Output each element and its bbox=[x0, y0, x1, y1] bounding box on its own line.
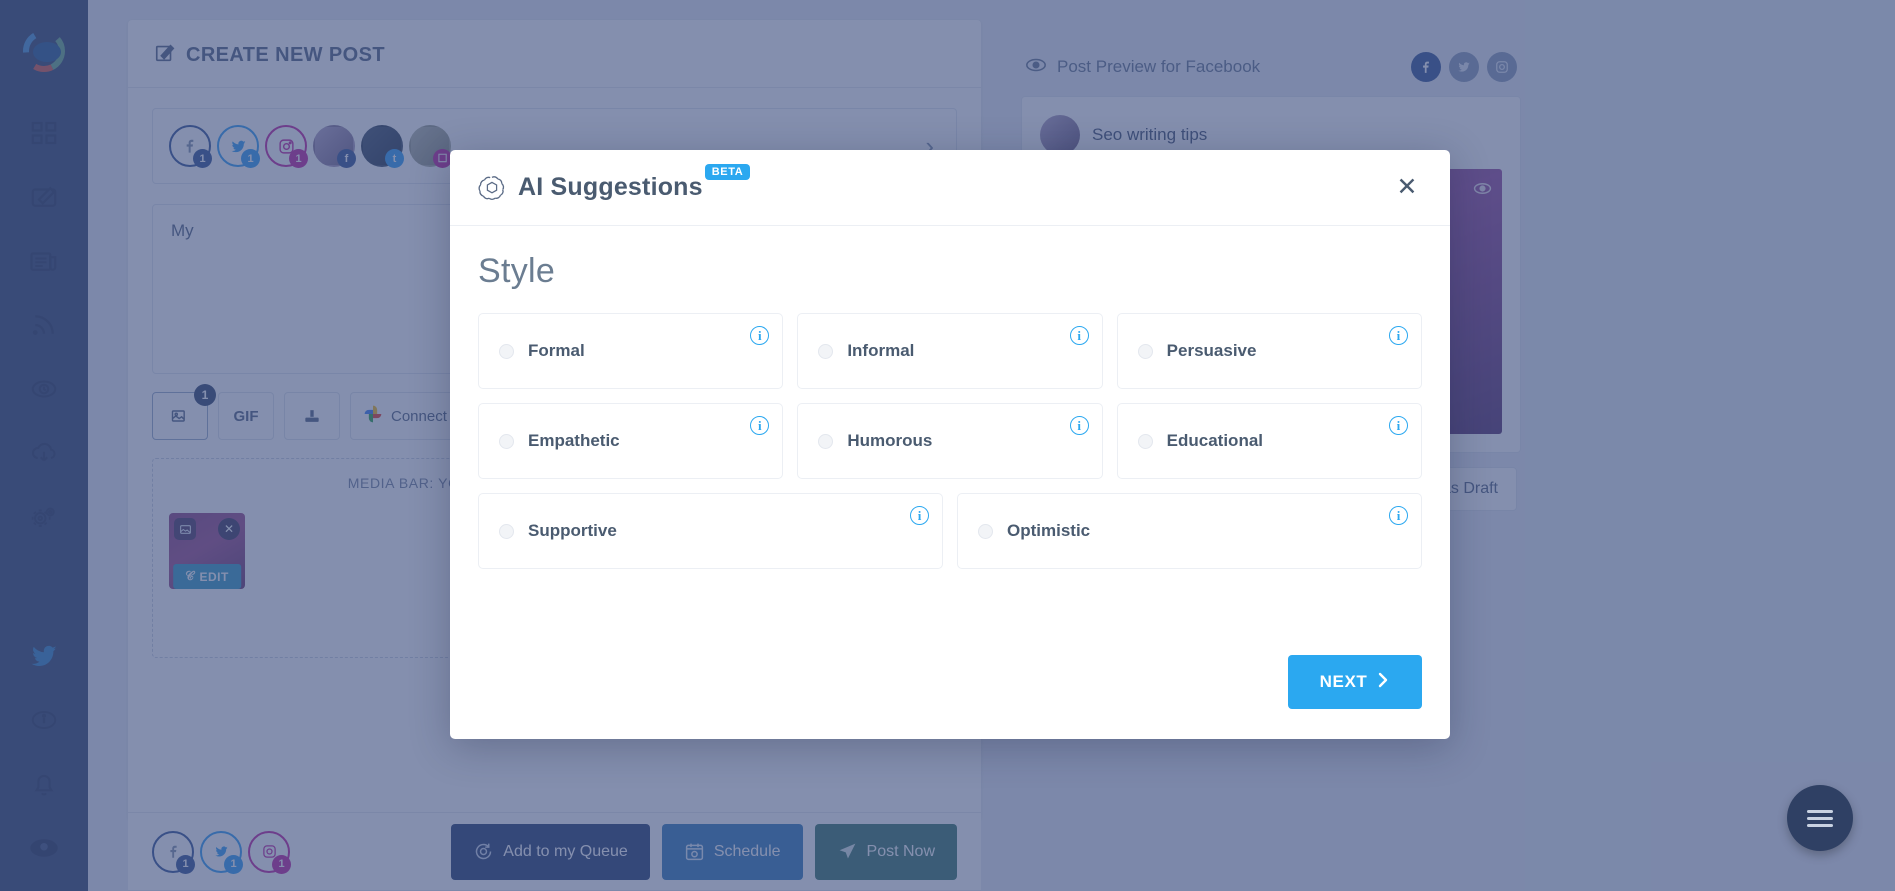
info-icon[interactable]: i bbox=[1069, 326, 1089, 345]
style-option-persuasive[interactable]: Persuasive i bbox=[1116, 313, 1422, 389]
app-root: CREATE NEW POST 1 1 bbox=[0, 0, 1895, 891]
style-option-label: Educational bbox=[1166, 431, 1264, 450]
radio-icon[interactable] bbox=[818, 343, 834, 359]
next-button[interactable]: NEXT bbox=[1288, 655, 1422, 709]
modal-title: AI Suggestions bbox=[518, 173, 703, 201]
style-option-label: Optimistic bbox=[1007, 521, 1091, 540]
modal-header: AI Suggestions BETA ✕ bbox=[450, 150, 1450, 226]
radio-icon[interactable] bbox=[1137, 343, 1153, 359]
radio-icon[interactable] bbox=[978, 523, 993, 539]
style-options-grid: Formal i Informal i Persuasive i Empathe… bbox=[478, 313, 1422, 569]
section-title: Style bbox=[478, 252, 556, 290]
style-option-formal[interactable]: Formal i bbox=[478, 313, 784, 389]
style-option-label: Supportive bbox=[528, 521, 617, 540]
style-option-empathetic[interactable]: Empathetic i bbox=[478, 403, 784, 479]
style-options-row: Empathetic i Humorous i Educational i bbox=[478, 403, 1422, 479]
radio-icon[interactable] bbox=[499, 433, 514, 449]
radio-icon[interactable] bbox=[818, 433, 834, 449]
style-option-educational[interactable]: Educational i bbox=[1116, 403, 1422, 479]
style-option-label: Formal bbox=[528, 341, 585, 360]
style-option-label: Humorous bbox=[847, 431, 933, 450]
beta-badge: BETA bbox=[704, 164, 751, 180]
modal-body: Style Formal i Informal i Persuasive i E… bbox=[450, 226, 1450, 637]
style-options-row: Formal i Informal i Persuasive i bbox=[478, 313, 1422, 389]
style-option-optimistic[interactable]: Optimistic i bbox=[957, 493, 1422, 569]
next-button-label: NEXT bbox=[1319, 672, 1368, 691]
style-option-informal[interactable]: Informal i bbox=[797, 313, 1103, 389]
info-icon[interactable]: i bbox=[750, 416, 770, 435]
radio-icon[interactable] bbox=[499, 343, 514, 359]
info-icon[interactable]: i bbox=[910, 506, 929, 525]
style-option-label: Persuasive bbox=[1166, 341, 1257, 360]
info-icon[interactable]: i bbox=[1388, 416, 1408, 435]
openai-logo-icon bbox=[478, 174, 506, 202]
ai-suggestions-modal: AI Suggestions BETA ✕ Style Formal i Inf… bbox=[450, 150, 1450, 739]
style-option-supportive[interactable]: Supportive i bbox=[478, 493, 943, 569]
radio-icon[interactable] bbox=[1137, 433, 1153, 449]
style-options-row: Supportive i Optimistic i bbox=[478, 493, 1422, 569]
style-option-label: Empathetic bbox=[528, 431, 620, 450]
style-option-label: Informal bbox=[847, 341, 915, 360]
close-icon[interactable]: ✕ bbox=[1390, 171, 1424, 205]
hamburger-menu-icon bbox=[1807, 806, 1833, 831]
info-icon[interactable]: i bbox=[1388, 326, 1408, 345]
radio-icon[interactable] bbox=[499, 523, 514, 539]
info-icon[interactable]: i bbox=[1069, 416, 1089, 435]
info-icon[interactable]: i bbox=[1389, 506, 1408, 525]
style-option-humorous[interactable]: Humorous i bbox=[797, 403, 1103, 479]
help-menu-fab[interactable] bbox=[1787, 785, 1853, 851]
modal-footer: NEXT bbox=[450, 637, 1450, 739]
info-icon[interactable]: i bbox=[750, 326, 770, 345]
chevron-right-icon bbox=[1377, 671, 1390, 694]
